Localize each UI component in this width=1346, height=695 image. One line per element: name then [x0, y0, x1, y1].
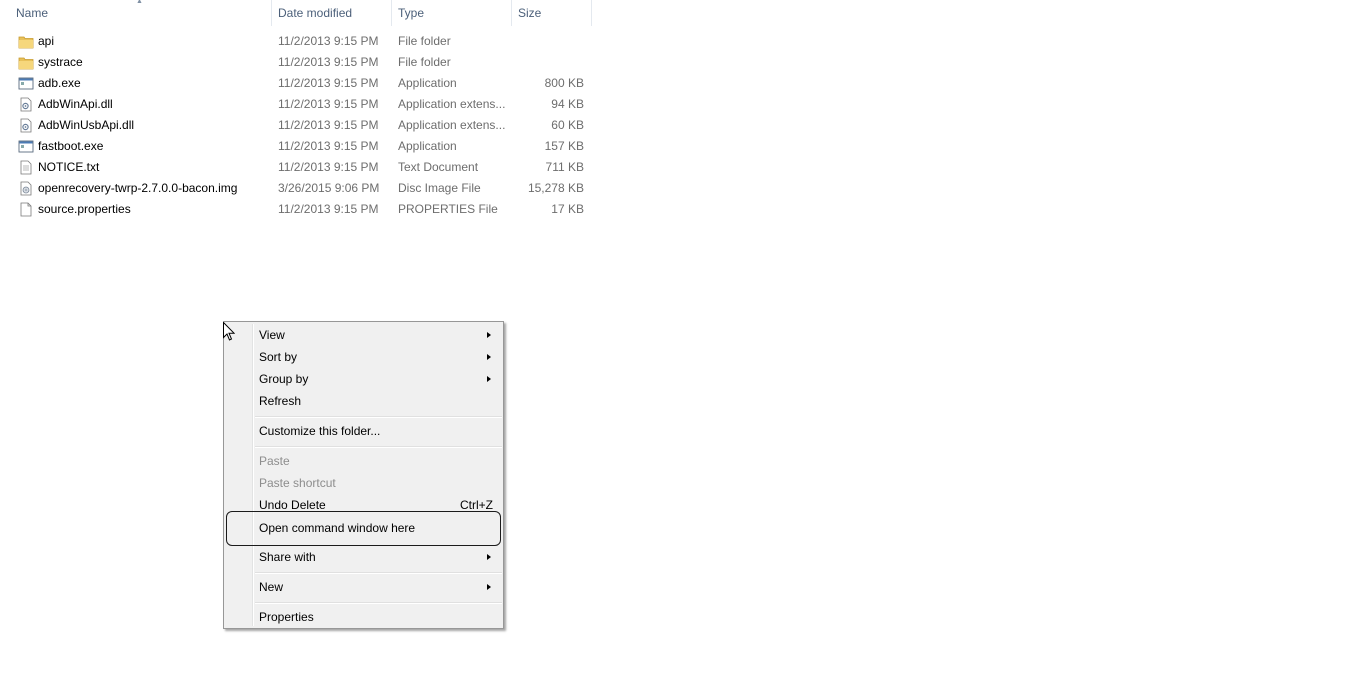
- menu-item-paste-shortcut: Paste shortcut: [226, 472, 501, 494]
- file-name: source.properties: [38, 202, 131, 216]
- menu-item-label: New: [259, 580, 284, 594]
- menu-item-label: Sort by: [259, 350, 298, 364]
- menu-item-label: Paste shortcut: [259, 476, 336, 490]
- menu-item-new[interactable]: New: [226, 576, 501, 598]
- file-name: api: [38, 34, 55, 48]
- file-date: 11/2/2013 9:15 PM: [278, 118, 379, 132]
- file-size: 15,278 KB: [527, 181, 584, 195]
- file-date: 11/2/2013 9:15 PM: [278, 97, 379, 111]
- dll-icon: [18, 97, 34, 112]
- file-size: 800 KB: [544, 76, 584, 90]
- menu-item-share-with[interactable]: Share with: [226, 546, 501, 568]
- file-row[interactable]: AdbWinApi.dll 11/2/2013 9:15 PM Applicat…: [0, 94, 600, 115]
- file-row[interactable]: systrace 11/2/2013 9:15 PM File folder: [0, 52, 600, 73]
- menu-item-label: Paste: [259, 454, 290, 468]
- column-date-modified[interactable]: Date modified: [272, 0, 392, 26]
- column-name[interactable]: Name: [10, 0, 272, 26]
- file-date: 11/2/2013 9:15 PM: [278, 139, 379, 153]
- disc-image-icon: [18, 181, 34, 196]
- file-type: Text Document: [398, 160, 479, 174]
- file-type: Application extens...: [398, 118, 506, 132]
- file-type: Disc Image File: [398, 181, 481, 195]
- file-size: 94 KB: [551, 97, 584, 111]
- menu-separator: [255, 416, 502, 418]
- file-type: Application extens...: [398, 97, 506, 111]
- dll-icon: [18, 118, 34, 133]
- file-date: 11/2/2013 9:15 PM: [278, 202, 379, 216]
- file-name: NOTICE.txt: [38, 160, 100, 174]
- menu-item-label: Properties: [259, 610, 314, 624]
- menu-item-refresh[interactable]: Refresh: [226, 390, 501, 412]
- file-date: 11/2/2013 9:15 PM: [278, 160, 379, 174]
- file-list: api 11/2/2013 9:15 PM File folder systra…: [0, 31, 600, 220]
- file-type: File folder: [398, 34, 451, 48]
- folder-icon: [18, 55, 34, 70]
- menu-item-label: Refresh: [259, 394, 302, 408]
- file-name: adb.exe: [38, 76, 81, 90]
- menu-separator: [255, 602, 502, 604]
- file-name: systrace: [38, 55, 83, 69]
- folder-icon: [18, 34, 34, 49]
- menu-item-view[interactable]: View: [226, 324, 501, 346]
- menu-item-open-command-window[interactable]: Open command window here: [226, 511, 501, 546]
- file-date: 11/2/2013 9:15 PM: [278, 76, 379, 90]
- file-size: 711 KB: [545, 160, 584, 174]
- menu-item-sort-by[interactable]: Sort by: [226, 346, 501, 368]
- file-size: 60 KB: [551, 118, 584, 132]
- menu-separator: [255, 446, 502, 448]
- file-name: AdbWinUsbApi.dll: [38, 118, 135, 132]
- menu-item-properties[interactable]: Properties: [226, 606, 501, 628]
- menu-item-label: Customize this folder...: [259, 424, 381, 438]
- file-name: AdbWinApi.dll: [38, 97, 113, 111]
- context-menu: View Sort by Group by Refresh Customize …: [223, 321, 504, 629]
- submenu-arrow-icon: [487, 554, 491, 560]
- application-icon: [18, 139, 34, 154]
- file-row[interactable]: adb.exe 11/2/2013 9:15 PM Application 80…: [0, 73, 600, 94]
- file-type: Application: [398, 139, 457, 153]
- column-size[interactable]: Size: [512, 0, 592, 26]
- menu-item-label: Open command window here: [259, 521, 416, 535]
- submenu-arrow-icon: [487, 354, 491, 360]
- menu-item-paste: Paste: [226, 450, 501, 472]
- file-row[interactable]: AdbWinUsbApi.dll 11/2/2013 9:15 PM Appli…: [0, 115, 600, 136]
- submenu-arrow-icon: [487, 584, 491, 590]
- file-size: 157 KB: [544, 139, 584, 153]
- file-name: fastboot.exe: [38, 139, 104, 153]
- application-icon: [18, 76, 34, 91]
- file-row[interactable]: NOTICE.txt 11/2/2013 9:15 PM Text Docume…: [0, 157, 600, 178]
- menu-item-label: View: [259, 328, 285, 342]
- file-row[interactable]: openrecovery-twrp-2.7.0.0-bacon.img 3/26…: [0, 178, 600, 199]
- file-row[interactable]: fastboot.exe 11/2/2013 9:15 PM Applicati…: [0, 136, 600, 157]
- menu-separator: [255, 572, 502, 574]
- file-row[interactable]: source.properties 11/2/2013 9:15 PM PROP…: [0, 199, 600, 220]
- blank-file-icon: [18, 202, 34, 217]
- file-date: 11/2/2013 9:15 PM: [278, 34, 379, 48]
- file-size: 17 KB: [551, 202, 584, 216]
- column-type[interactable]: Type: [392, 0, 512, 26]
- file-row[interactable]: api 11/2/2013 9:15 PM File folder: [0, 31, 600, 52]
- column-header: ▲ Name Date modified Type Size: [0, 0, 600, 26]
- file-type: File folder: [398, 55, 451, 69]
- submenu-arrow-icon: [487, 332, 491, 338]
- mouse-cursor-icon: [223, 321, 236, 344]
- submenu-arrow-icon: [487, 376, 491, 382]
- file-date: 3/26/2015 9:06 PM: [278, 181, 380, 195]
- file-type: Application: [398, 76, 457, 90]
- text-file-icon: [18, 160, 34, 175]
- file-type: PROPERTIES File: [398, 202, 498, 216]
- menu-item-group-by[interactable]: Group by: [226, 368, 501, 390]
- file-name: openrecovery-twrp-2.7.0.0-bacon.img: [38, 181, 238, 195]
- menu-item-customize-folder[interactable]: Customize this folder...: [226, 420, 501, 442]
- file-date: 11/2/2013 9:15 PM: [278, 55, 379, 69]
- menu-item-label: Share with: [259, 550, 316, 564]
- menu-item-label: Group by: [259, 372, 309, 386]
